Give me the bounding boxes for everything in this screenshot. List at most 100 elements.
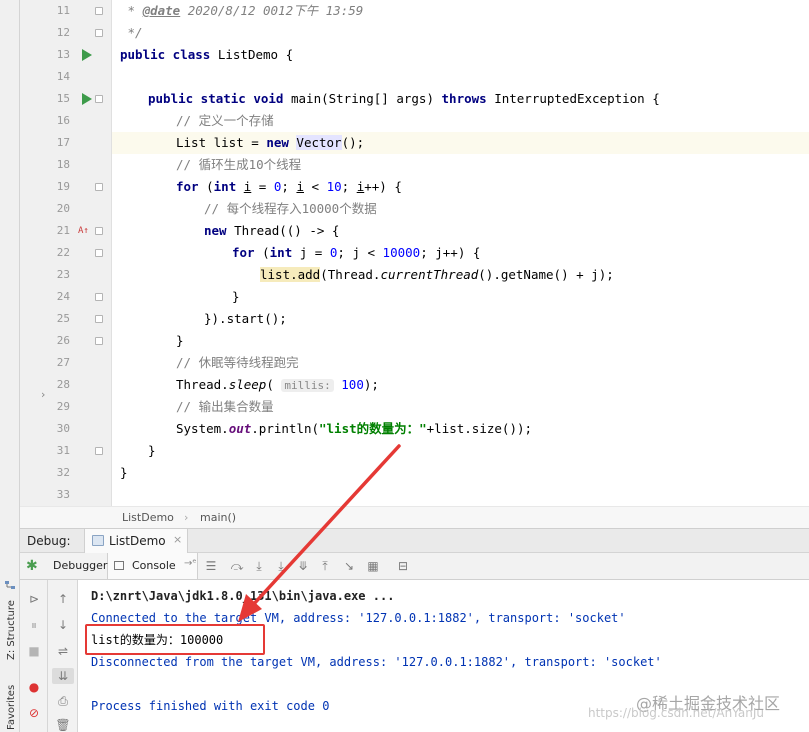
view-breakpoints-icon[interactable]: ● (25, 679, 43, 695)
code-line-26[interactable]: } (176, 330, 809, 352)
run-gutter-icon[interactable] (82, 93, 92, 105)
scroll-up-icon[interactable]: ↑ (54, 591, 72, 607)
tab-debugger[interactable]: Debugger (50, 553, 108, 579)
code-line-11[interactable]: * @date 2020/8/12 0012下午 13:59 (120, 0, 809, 22)
fold-icon[interactable] (95, 315, 103, 323)
close-icon[interactable]: × (173, 533, 182, 546)
print-icon[interactable]: ⎙ (54, 693, 72, 709)
gutter-line[interactable]: 32 (20, 462, 112, 484)
console-icon (114, 561, 124, 570)
code-line-24[interactable]: } (232, 286, 809, 308)
fold-icon[interactable] (95, 29, 103, 37)
watermark-url: https://blog.csdn.net/AnYanJu (588, 706, 764, 720)
gutter-line[interactable]: 26 (20, 330, 112, 352)
fold-icon[interactable] (95, 7, 103, 15)
code-line-28[interactable]: Thread.sleep( millis: 100); (176, 374, 809, 396)
fold-icon[interactable] (95, 183, 103, 191)
force-step-into-icon[interactable]: ⤓ (272, 558, 290, 574)
gutter-line[interactable]: 16 (20, 110, 112, 132)
scroll-to-end-icon[interactable]: ⇊ (52, 668, 74, 684)
step-into-icon[interactable]: ⤓ (250, 558, 268, 574)
clear-icon[interactable]: 🗑 (54, 717, 72, 732)
override-marker-icon[interactable]: A↑ (78, 225, 89, 237)
gutter-line[interactable]: 31 (20, 440, 112, 462)
console-side-bar: ↑ ↓ ⇌ ⇊ ⎙ 🗑 (48, 580, 78, 732)
tab-console[interactable]: Console →ᵉ (108, 553, 198, 579)
gutter-line[interactable]: 18 (20, 154, 112, 176)
gutter-line[interactable]: 25 (20, 308, 112, 330)
gutter-line[interactable]: 28 (20, 374, 112, 396)
code-line-29[interactable]: // 输出集合数量 (176, 396, 809, 418)
code-line-13[interactable]: public class ListDemo { (120, 44, 809, 66)
layout-icon[interactable]: ⊟ (394, 558, 412, 574)
gutter-line[interactable]: 22 (20, 242, 112, 264)
debug-control-bar: ⊳ ⏸ ■ ● ⊘ (20, 580, 48, 732)
gutter-line[interactable]: 11 (20, 0, 112, 22)
gutter-line[interactable]: 29 (20, 396, 112, 418)
favorites-tab[interactable]: Favorites (0, 680, 20, 730)
code-line-15[interactable]: public static void main(String[] args) t… (148, 88, 809, 110)
step-over-icon[interactable]: ⤼ (228, 558, 246, 574)
mute-breakpoints-icon[interactable]: ⊘ (25, 705, 43, 721)
gutter-line[interactable]: 27 (20, 352, 112, 374)
debug-toolbar: ✱ Debugger Console →ᵉ ☰ ⤼ ⤓ ⤓ ⤋ ⤒ ↘ ▦ ⊟ (20, 553, 809, 580)
code-editor[interactable]: 11 12 13 14 15 16 17 18 19 20 21 A↑ 22 23 24 25 26 27 28 29… (20, 0, 809, 506)
menu-lines-icon[interactable]: ☰ (202, 558, 220, 574)
code-line-22[interactable]: for (int j = 0; j < 10000; j++) { (232, 242, 809, 264)
code-line-21[interactable]: new Thread(() -> { (204, 220, 809, 242)
code-line-19[interactable]: for (int i = 0; i < 10; i++) { (176, 176, 809, 198)
code-line-23[interactable]: list.add(Thread.currentThread().getName(… (260, 264, 809, 286)
code-line-30[interactable]: System.out.println("list的数量为："+list.size… (176, 418, 809, 440)
debug-session-tab[interactable]: ListDemo × (84, 529, 188, 553)
code-line-32[interactable]: } (120, 462, 809, 484)
code-line-17[interactable]: List list = new Vector(); (112, 132, 809, 154)
evaluate-icon[interactable]: ▦ (364, 558, 382, 574)
code-line-16[interactable]: // 定义一个存储 (176, 110, 809, 132)
line-number: 17 (56, 136, 70, 149)
breadcrumb-method[interactable]: main() (200, 511, 236, 524)
code-line-20[interactable]: // 每个线程存入10000个数据 (204, 198, 809, 220)
line-number-gutter: 11 12 13 14 15 16 17 18 19 20 21 A↑ 22 23 24 25 26 27 28 29… (20, 0, 112, 506)
gutter-line[interactable]: 17 (20, 132, 112, 154)
gutter-line[interactable]: 21 A↑ (20, 220, 112, 242)
gutter-line[interactable]: 20 (20, 198, 112, 220)
gutter-line[interactable]: 15 (20, 88, 112, 110)
step-out-icon[interactable]: ⤒ (316, 558, 334, 574)
structure-tab[interactable]: Z: Structure (0, 580, 20, 660)
soft-wrap-icon[interactable]: ⇌ (54, 643, 72, 659)
gutter-line[interactable]: 24 (20, 286, 112, 308)
fold-icon[interactable] (95, 95, 103, 103)
run-to-cursor-icon[interactable]: ↘ (340, 558, 358, 574)
fold-icon[interactable] (95, 447, 103, 455)
code-line-25[interactable]: }).start(); (204, 308, 809, 330)
code-line-27[interactable]: // 休眠等待线程跑完 (176, 352, 809, 374)
code-line-31[interactable]: } (148, 440, 809, 462)
code-line-14[interactable] (112, 66, 809, 88)
smart-step-icon[interactable]: ⤋ (294, 558, 312, 574)
code-line-18[interactable]: // 循环生成10个线程 (176, 154, 809, 176)
fold-icon[interactable] (95, 293, 103, 301)
code-line-33[interactable] (112, 484, 809, 506)
gutter-line[interactable]: 14 (20, 66, 112, 88)
scroll-down-icon[interactable]: ↓ (54, 617, 72, 633)
left-tool-strip: Z: Structure Favorites (0, 0, 20, 732)
pause-icon[interactable]: ⏸ (25, 617, 43, 633)
breadcrumb-class[interactable]: ListDemo (122, 511, 174, 524)
fold-icon[interactable] (95, 227, 103, 235)
gutter-line[interactable]: 30 (20, 418, 112, 440)
stop-icon[interactable]: ■ (25, 643, 43, 659)
gutter-line[interactable]: 23 (20, 264, 112, 286)
caret-marker-icon: › (41, 388, 46, 401)
run-gutter-icon[interactable] (82, 49, 92, 61)
fold-icon[interactable] (95, 337, 103, 345)
gutter-line[interactable]: 33 (20, 484, 112, 506)
line-number: 22 (56, 246, 70, 259)
code-area[interactable]: * @date 2020/8/12 0012下午 13:59 */ public… (112, 0, 809, 506)
gutter-line[interactable]: 12 (20, 22, 112, 44)
resume-icon[interactable]: ⊳ (25, 591, 43, 607)
gutter-line[interactable]: 19 (20, 176, 112, 198)
code-line-12[interactable]: */ (120, 22, 809, 44)
gutter-line[interactable]: 13 (20, 44, 112, 66)
fold-icon[interactable] (95, 249, 103, 257)
pin-arrow-icon[interactable]: →ᵉ (184, 558, 197, 569)
